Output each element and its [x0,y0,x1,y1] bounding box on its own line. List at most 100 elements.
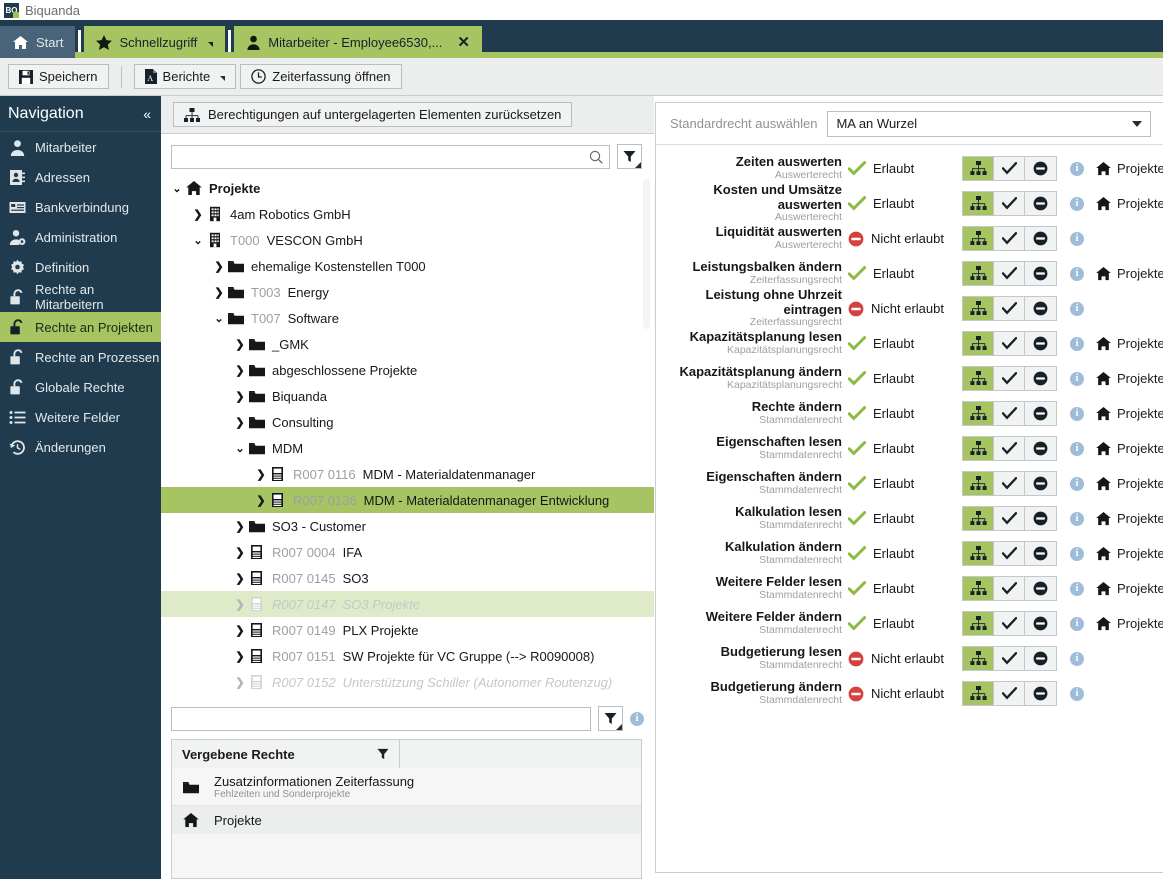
permission-allow-button[interactable] [994,157,1025,180]
permission-allow-button[interactable] [994,227,1025,250]
permission-deny-button[interactable] [1025,472,1056,495]
permission-allow-button[interactable] [994,367,1025,390]
sidebar-item-rechte-an-projekten[interactable]: Rechte an Projekten [0,312,161,342]
info-icon[interactable]: i [1070,546,1084,561]
standard-right-select[interactable]: MA an Wurzel [827,110,1151,137]
permission-inherit-button[interactable] [963,542,994,565]
tree-row[interactable]: ❯ R007 0152 Unterstützung Schiller (Autono… [161,669,654,695]
chevron-right-icon[interactable]: ❯ [232,338,248,351]
permission-allow-button[interactable] [994,682,1025,705]
tree-row[interactable]: ❯ Biquanda [161,383,654,409]
close-icon[interactable]: ✕ [457,33,470,51]
permission-deny-button[interactable] [1025,647,1056,670]
permission-inherit-button[interactable] [963,262,994,285]
sidebar-item-rechte-an-mitarbeitern[interactable]: Rechte an Mitarbeitern [0,282,161,312]
chevron-right-icon[interactable]: ❯ [232,416,248,429]
tab-schnellzugriff[interactable]: Schnellzugriff [84,26,226,58]
project-tree[interactable]: ⌄ Projekte ❯ 4am Robotics GmbH ⌄ T000 VESCON G… [161,175,654,702]
permission-inherit-button[interactable] [963,612,994,635]
tab-mitarbeiter[interactable]: Mitarbeiter - Employee6530,... ✕ [234,26,482,58]
info-icon[interactable]: i [1070,266,1084,281]
permission-scope[interactable]: Projekte [1095,581,1163,596]
permission-scope[interactable]: Projekte [1095,616,1163,631]
tree-row[interactable]: ❯ R007 0147 SO3 Projekte [161,591,654,617]
permission-scope[interactable]: Projekte [1095,546,1163,561]
permission-inherit-button[interactable] [963,472,994,495]
chevron-down-icon[interactable] [220,76,226,81]
permission-scope[interactable]: Projekte [1095,161,1163,176]
permission-deny-button[interactable] [1025,367,1056,390]
permission-allow-button[interactable] [994,472,1025,495]
info-icon[interactable]: i [1070,441,1084,456]
info-icon[interactable]: i [1070,161,1084,176]
tree-search-input[interactable] [178,146,589,167]
permission-inherit-button[interactable] [963,402,994,425]
info-icon[interactable]: i [1070,336,1084,351]
permission-inherit-button[interactable] [963,367,994,390]
chevron-right-icon[interactable]: ❯ [232,650,248,663]
chevron-right-icon[interactable]: ❯ [190,208,206,221]
chevron-down-icon[interactable]: ⌄ [211,312,227,325]
permission-deny-button[interactable] [1025,507,1056,530]
granted-rights-row[interactable]: Zusatzinformationen Zeiterfassung Fehlzei… [172,768,641,806]
permission-allow-button[interactable] [994,297,1025,320]
permission-allow-button[interactable] [994,437,1025,460]
permission-inherit-button[interactable] [963,577,994,600]
permission-deny-button[interactable] [1025,262,1056,285]
granted-rights-row[interactable]: Projekte [172,806,641,834]
permission-scope[interactable]: Projekte [1095,371,1163,386]
chevron-right-icon[interactable]: ❯ [232,624,248,637]
permission-scope[interactable]: Projekte [1095,266,1163,281]
chevron-right-icon[interactable]: ❯ [211,286,227,299]
permission-inherit-button[interactable] [963,227,994,250]
tree-row[interactable]: ❯ R007 0004 IFA [161,539,654,565]
permission-deny-button[interactable] [1025,682,1056,705]
info-icon[interactable]: i [1070,686,1084,701]
tree-search-field[interactable] [171,144,610,169]
info-icon[interactable]: i [630,711,644,726]
chevron-down-icon[interactable]: ⌄ [232,442,248,455]
chevron-down-icon[interactable] [208,41,214,47]
chevron-right-icon[interactable]: ❯ [232,520,248,533]
granted-rights-search-field[interactable] [171,706,591,731]
tree-row[interactable]: ⌄ Projekte [161,175,654,201]
tree-row[interactable]: ❯ R007 0151 SW Projekte für VC Gruppe (-->… [161,643,654,669]
permission-inherit-button[interactable] [963,507,994,530]
filter-icon[interactable] [377,748,389,760]
tree-row[interactable]: ❯ SO3 - Customer [161,513,654,539]
permission-inherit-button[interactable] [963,682,994,705]
chevron-right-icon[interactable]: ❯ [232,572,248,585]
permission-deny-button[interactable] [1025,192,1056,215]
tree-row[interactable]: ❯ 4am Robotics GmbH [161,201,654,227]
chevron-right-icon[interactable]: ❯ [253,468,269,481]
sidebar-item-bankverbindung[interactable]: Bankverbindung [0,192,161,222]
permission-scope[interactable]: Projekte [1095,196,1163,211]
chevron-right-icon[interactable]: ❯ [232,364,248,377]
permission-deny-button[interactable] [1025,227,1056,250]
permission-allow-button[interactable] [994,612,1025,635]
permission-inherit-button[interactable] [963,332,994,355]
permission-inherit-button[interactable] [963,192,994,215]
permission-deny-button[interactable] [1025,297,1056,320]
sidebar-item-mitarbeiter[interactable]: Mitarbeiter [0,132,161,162]
granted-rights-column-header[interactable]: Vergebene Rechte [172,740,400,768]
tree-row[interactable]: ❯ R007 0136 MDM - Materialdatenmanager Ent… [161,487,654,513]
info-icon[interactable]: i [1070,371,1084,386]
reset-subordinate-permissions-button[interactable]: Berechtigungen auf untergelagerten Eleme… [173,102,573,127]
granted-rights-search-input[interactable] [178,708,584,729]
tree-row[interactable]: ❯ _GMK [161,331,654,357]
permission-deny-button[interactable] [1025,612,1056,635]
sidebar-item-weitere-felder[interactable]: Weitere Felder [0,402,161,432]
search-icon[interactable] [589,150,603,164]
info-icon[interactable]: i [1070,511,1084,526]
sidebar-item-nderungen[interactable]: Änderungen [0,432,161,462]
reports-button[interactable]: A Berichte [133,64,237,89]
permission-allow-button[interactable] [994,192,1025,215]
permission-allow-button[interactable] [994,402,1025,425]
permission-scope[interactable]: Projekte [1095,336,1163,351]
permission-deny-button[interactable] [1025,437,1056,460]
tree-row[interactable]: ❯ ehemalige Kostenstellen T000 [161,253,654,279]
permission-scope[interactable]: Projekte [1095,406,1163,421]
permission-inherit-button[interactable] [963,647,994,670]
permission-allow-button[interactable] [994,262,1025,285]
